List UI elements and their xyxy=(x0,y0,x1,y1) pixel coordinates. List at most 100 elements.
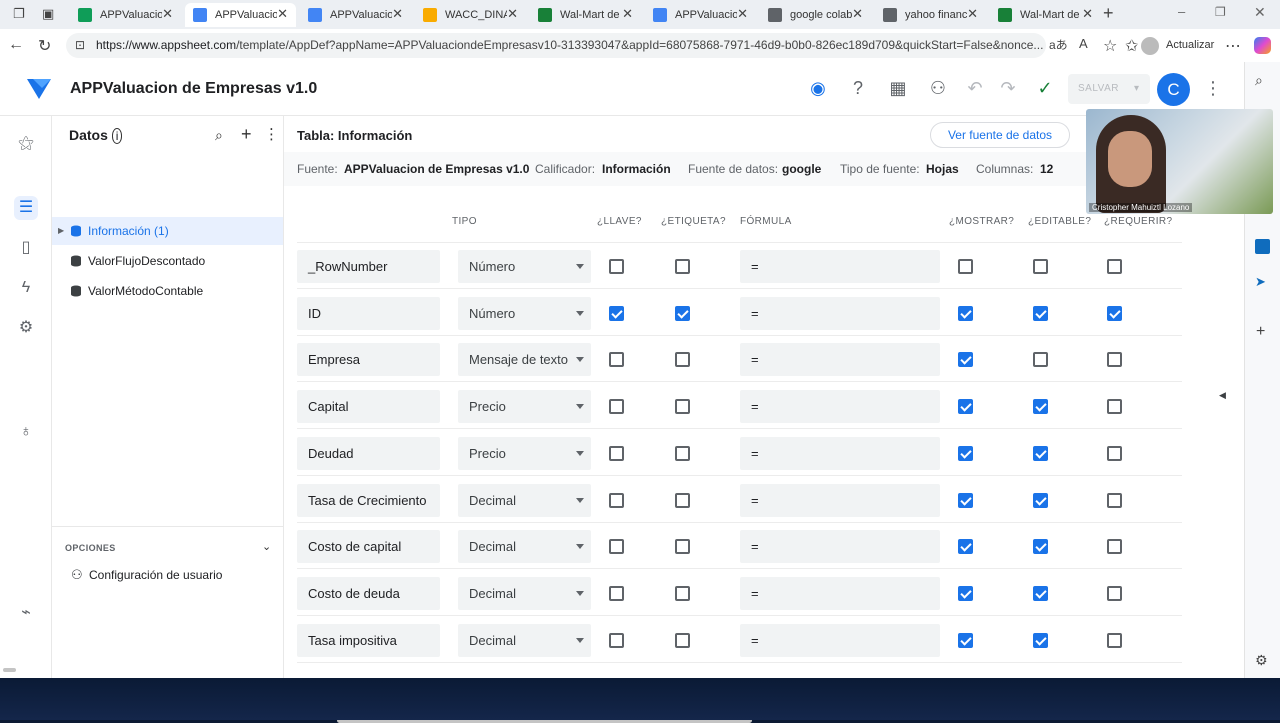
restore-icon[interactable]: ❐ xyxy=(1215,5,1226,19)
column-name-field[interactable]: Tasa de Crecimiento xyxy=(297,483,440,517)
type-select[interactable]: Precio xyxy=(458,390,591,424)
key-checkbox[interactable] xyxy=(609,632,624,648)
tab-close-icon[interactable]: ✕ xyxy=(967,6,978,22)
minimize-icon[interactable]: – xyxy=(1178,4,1185,19)
share-user-icon[interactable]: ⚇ xyxy=(928,78,948,98)
expand-caret-icon[interactable]: ▶ xyxy=(58,217,64,245)
browser-tab[interactable]: APPValuacion✕ xyxy=(70,3,181,27)
label-checkbox[interactable] xyxy=(675,305,690,321)
label-checkbox[interactable] xyxy=(675,632,690,648)
label-checkbox[interactable] xyxy=(675,445,690,461)
browser-tab[interactable]: APPValuacion✕ xyxy=(185,3,296,27)
editable-checkbox[interactable] xyxy=(1033,305,1048,321)
column-name-field[interactable]: Costo de capital xyxy=(297,530,440,564)
formula-field[interactable]: = xyxy=(740,576,940,610)
type-select[interactable]: Decimal xyxy=(458,483,591,517)
show-checkbox[interactable] xyxy=(958,399,973,415)
redo-icon[interactable]: ↷ xyxy=(998,78,1018,98)
rocket-icon[interactable]: ⚝ xyxy=(14,132,38,156)
save-button[interactable]: SALVAR ▾ xyxy=(1068,74,1150,104)
require-checkbox[interactable] xyxy=(1107,632,1122,648)
tab-close-icon[interactable]: ✕ xyxy=(392,6,403,22)
key-checkbox[interactable] xyxy=(609,352,624,368)
label-checkbox[interactable] xyxy=(675,492,690,508)
require-checkbox[interactable] xyxy=(1107,445,1122,461)
column-name-field[interactable]: Empresa xyxy=(297,343,440,377)
show-checkbox[interactable] xyxy=(958,539,973,555)
show-checkbox[interactable] xyxy=(958,305,973,321)
tab-close-icon[interactable]: ✕ xyxy=(507,6,518,22)
new-tab-icon[interactable]: + xyxy=(1103,3,1114,24)
column-name-field[interactable]: Tasa impositiva xyxy=(297,623,440,657)
show-checkbox[interactable] xyxy=(958,585,973,601)
label-checkbox[interactable] xyxy=(675,352,690,368)
check-icon[interactable]: ✓ xyxy=(1035,78,1055,98)
chevron-down-icon[interactable]: ⌄ xyxy=(262,540,271,553)
show-checkbox[interactable] xyxy=(958,259,973,274)
tab-close-icon[interactable]: ✕ xyxy=(622,6,633,22)
key-checkbox[interactable] xyxy=(609,259,624,274)
table-item-valorflujo[interactable]: ValorFlujoDescontado xyxy=(52,247,283,275)
column-name-field[interactable]: Capital xyxy=(297,390,440,424)
require-checkbox[interactable] xyxy=(1107,305,1122,321)
type-select[interactable]: Decimal xyxy=(458,623,591,657)
browser-tab[interactable]: WACC_DINAM✕ xyxy=(415,3,526,27)
user-avatar[interactable]: C xyxy=(1157,73,1190,106)
undo-icon[interactable]: ↶ xyxy=(965,78,985,98)
type-select[interactable]: Mensaje de texto xyxy=(458,343,591,377)
editable-checkbox[interactable] xyxy=(1033,399,1048,415)
column-name-field[interactable]: ID xyxy=(297,296,440,330)
formula-field[interactable]: = xyxy=(740,623,940,657)
panel-menu-icon[interactable]: ⋮ xyxy=(264,125,279,143)
editable-checkbox[interactable] xyxy=(1033,445,1048,461)
help-icon[interactable]: ? xyxy=(848,78,868,98)
require-checkbox[interactable] xyxy=(1107,352,1122,368)
label-checkbox[interactable] xyxy=(675,259,690,274)
reload-icon[interactable]: ↻ xyxy=(38,36,51,56)
back-icon[interactable]: ← xyxy=(8,36,24,54)
column-name-field[interactable]: _RowNumber xyxy=(297,250,440,283)
editable-checkbox[interactable] xyxy=(1033,539,1048,555)
formula-field[interactable]: = xyxy=(740,296,940,330)
tab-actions-icon[interactable]: ▣ xyxy=(42,6,54,22)
show-checkbox[interactable] xyxy=(958,492,973,508)
key-checkbox[interactable] xyxy=(609,539,624,555)
column-name-field[interactable]: Deudad xyxy=(297,436,440,470)
key-checkbox[interactable] xyxy=(609,305,624,321)
browser-tab[interactable]: APPValuacion✕ xyxy=(645,3,756,27)
rail-scrollbar[interactable] xyxy=(3,668,16,672)
view-source-button[interactable]: Ver fuente de datos xyxy=(930,122,1070,148)
workspaces-icon[interactable]: ❐ xyxy=(13,6,25,22)
tab-close-icon[interactable]: ✕ xyxy=(852,6,863,22)
lightbulb-icon[interactable]: ♁ xyxy=(14,420,38,444)
key-checkbox[interactable] xyxy=(609,492,624,508)
data-table-icon[interactable]: ☰ xyxy=(14,196,38,220)
bot-icon[interactable]: ⚙ xyxy=(14,316,38,340)
favorite-star-icon[interactable]: ☆ xyxy=(1103,36,1117,56)
type-select[interactable]: Precio xyxy=(458,436,591,470)
browser-tab[interactable]: google colab ✕ xyxy=(760,3,871,27)
update-button[interactable]: Actualizar xyxy=(1166,35,1214,55)
monitor-icon[interactable]: ⌁ xyxy=(14,601,38,625)
formula-field[interactable]: = xyxy=(740,250,940,283)
column-name-field[interactable]: Costo de deuda xyxy=(297,576,440,610)
editable-checkbox[interactable] xyxy=(1033,259,1048,274)
preview-icon[interactable]: ◉ xyxy=(808,78,828,98)
show-checkbox[interactable] xyxy=(958,632,973,648)
show-checkbox[interactable] xyxy=(958,445,973,461)
key-checkbox[interactable] xyxy=(609,585,624,601)
browser-tab[interactable]: Wal-Mart de M✕ xyxy=(530,3,641,27)
send-icon[interactable]: ➤ xyxy=(1255,274,1266,290)
type-select[interactable]: Decimal xyxy=(458,576,591,610)
type-select[interactable]: Número xyxy=(458,296,591,330)
key-checkbox[interactable] xyxy=(609,399,624,415)
type-select[interactable]: Decimal xyxy=(458,530,591,564)
require-checkbox[interactable] xyxy=(1107,585,1122,601)
copy-app-icon[interactable]: ▦ xyxy=(888,78,908,98)
editable-checkbox[interactable] xyxy=(1033,492,1048,508)
tab-close-icon[interactable]: ✕ xyxy=(277,6,288,22)
copilot-icon[interactable] xyxy=(1254,37,1271,54)
show-checkbox[interactable] xyxy=(958,352,973,368)
views-phone-icon[interactable]: ▯ xyxy=(14,236,38,260)
settings-gear-icon[interactable]: ⚙ xyxy=(1255,652,1268,669)
